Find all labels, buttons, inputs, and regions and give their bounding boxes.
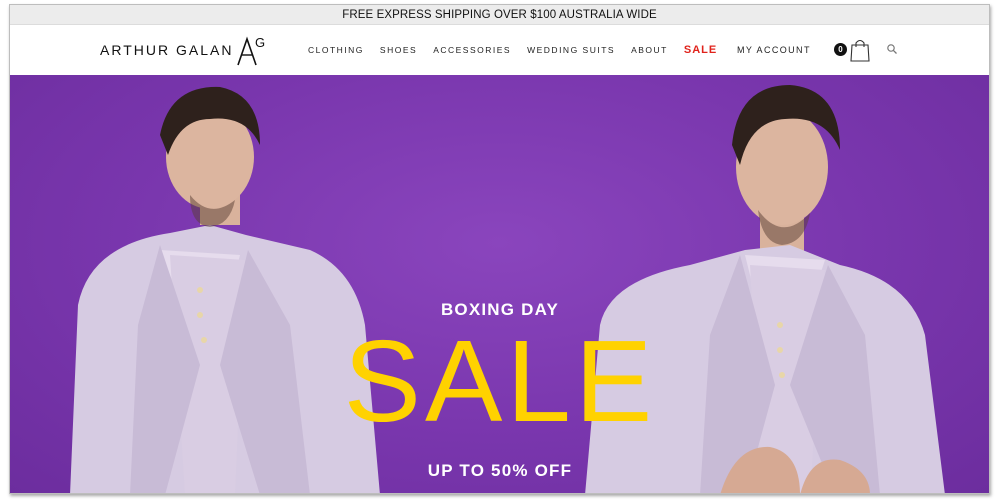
nav-accessories[interactable]: ACCESSORIES	[433, 45, 511, 55]
promo-text: FREE EXPRESS SHIPPING OVER $100 AUSTRALI…	[342, 9, 657, 21]
nav-about[interactable]: ABOUT	[631, 45, 668, 55]
svg-text:G: G	[255, 35, 265, 50]
logo-text: ARTHUR GALAN	[100, 42, 234, 58]
nav-wedding-suits[interactable]: WEDDING SUITS	[527, 45, 615, 55]
browser-frame: FREE EXPRESS SHIPPING OVER $100 AUSTRALI…	[9, 4, 990, 494]
hero-text-block: BOXING DAY SALE UP TO 50% OFF	[10, 75, 989, 493]
brand-logo[interactable]: ARTHUR GALAN G	[100, 33, 268, 67]
search-icon[interactable]	[886, 43, 898, 55]
my-account-link[interactable]: MY ACCOUNT	[737, 25, 811, 75]
hero-banner[interactable]: BOXING DAY SALE UP TO 50% OFF	[10, 75, 989, 493]
site-header: ARTHUR GALAN G CLOTHING SHOES ACCESSORIE…	[10, 25, 989, 75]
cart-count-badge: 0	[834, 43, 847, 56]
nav-shoes[interactable]: SHOES	[380, 45, 417, 55]
hero-discount-label: UP TO 50% OFF	[427, 461, 573, 480]
main-nav: CLOTHING SHOES ACCESSORIES WEDDING SUITS…	[308, 25, 733, 75]
promo-banner: FREE EXPRESS SHIPPING OVER $100 AUSTRALI…	[10, 5, 989, 25]
cart-button[interactable]: 0	[834, 38, 874, 64]
nav-sale[interactable]: SALE	[684, 44, 717, 56]
hero-sale-headline: SALE	[343, 316, 657, 446]
logo-monogram: G	[237, 35, 266, 66]
shopping-bag-icon	[850, 39, 870, 62]
nav-clothing[interactable]: CLOTHING	[308, 45, 364, 55]
